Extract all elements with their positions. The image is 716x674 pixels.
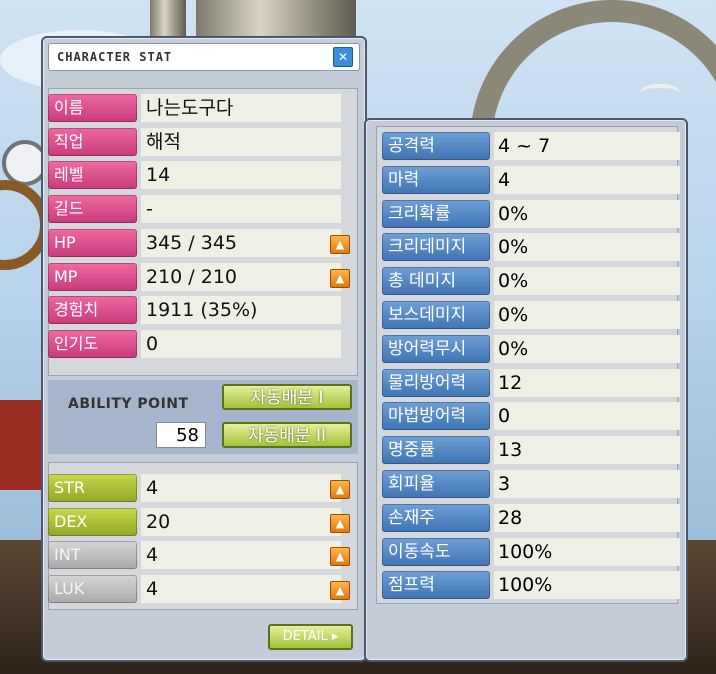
- ability-point-label: ABILITY POINT: [68, 396, 189, 412]
- detail-stat-label: 물리방어력: [382, 368, 490, 397]
- detail-stat-label: 손재주: [382, 503, 490, 532]
- auto-assign-2-button[interactable]: 자동배분 II: [222, 422, 352, 448]
- window-frame: [196, 0, 356, 40]
- stat-value: 1911 (35%): [141, 296, 341, 325]
- ability-point-value: 58: [156, 422, 206, 448]
- detail-stat-value: 100%: [494, 537, 680, 566]
- increase-arrow-icon[interactable]: ▲: [330, 581, 350, 601]
- stat-value: 14: [141, 161, 341, 190]
- detail-stat-value: 0%: [494, 267, 680, 296]
- detail-stat-window: 공격력 4 ~ 7 마력 4 크리확률 0% 크리데미지 0% 총 데미지 0% 보스데미지 0% 방어…: [364, 118, 688, 662]
- detail-stat-value: 0%: [494, 301, 680, 329]
- detail-stat-value: 100%: [494, 571, 680, 600]
- seagull-icon: [640, 84, 680, 102]
- detail-stat-label: 명중률: [382, 436, 490, 465]
- detail-stat-value: 0%: [494, 199, 680, 228]
- detail-stat-label: 크리데미지: [382, 233, 490, 262]
- detail-stat-label: 보스데미지: [382, 301, 490, 329]
- stat-value: 210 / 210: [141, 262, 341, 291]
- ability-stat-value: 4: [141, 541, 341, 570]
- increase-arrow-icon[interactable]: ▲: [330, 513, 350, 533]
- detail-button[interactable]: DETAIL ▸: [268, 624, 353, 650]
- detail-stat-value: 0%: [494, 334, 680, 363]
- character-stat-window: CHARACTER STAT ✕ 이름 나는도구다 직업 해적 레벨 14 길드 - HP 345…: [41, 36, 367, 662]
- stat-label: 직업: [48, 127, 137, 156]
- increase-arrow-icon[interactable]: ▲: [330, 268, 350, 288]
- detail-stat-label: 점프력: [382, 571, 490, 600]
- ability-stat-value: 4: [141, 575, 341, 604]
- increase-arrow-icon[interactable]: ▲: [330, 480, 350, 499]
- stat-label: MP: [48, 262, 137, 291]
- detail-stat-label: 총 데미지: [382, 267, 490, 296]
- detail-stat-value: 4: [494, 165, 680, 194]
- ability-stat-label: LUK: [48, 575, 137, 604]
- ability-stat-value: 20: [141, 507, 341, 536]
- stat-value: 해적: [141, 127, 341, 156]
- window-title: CHARACTER STAT: [57, 50, 173, 64]
- detail-stat-label: 이동속도: [382, 537, 490, 566]
- stat-label: HP: [48, 228, 137, 257]
- ability-stat-label: DEX: [48, 507, 137, 536]
- detail-stat-label: 공격력: [382, 132, 490, 160]
- detail-stat-label: 마법방어력: [382, 402, 490, 431]
- detail-stat-value: 28: [494, 503, 680, 532]
- stat-value: 345 / 345: [141, 228, 341, 257]
- detail-stat-value: 13: [494, 436, 680, 465]
- auto-assign-1-button[interactable]: 자동배분 I: [222, 384, 352, 410]
- ability-stat-label: STR: [48, 474, 137, 502]
- stat-label: 길드: [48, 195, 137, 224]
- detail-stat-value: 12: [494, 368, 680, 397]
- ability-point-panel: ABILITY POINT 자동배분 I 58 자동배분 II: [48, 380, 358, 454]
- detail-stat-value: 0%: [494, 233, 680, 262]
- stat-label: 경험치: [48, 296, 137, 325]
- detail-stat-label: 방어력무시: [382, 334, 490, 363]
- stat-label: 인기도: [48, 329, 137, 358]
- stat-value: 0: [141, 329, 341, 358]
- detail-stat-label: 크리확률: [382, 199, 490, 228]
- detail-stat-label: 회피율: [382, 470, 490, 498]
- detail-stat-value: 3: [494, 470, 680, 498]
- detail-stat-value: 4 ~ 7: [494, 132, 680, 160]
- detail-section: [376, 126, 678, 604]
- ability-stat-value: 4: [141, 474, 341, 502]
- stat-label: 이름: [48, 94, 137, 122]
- stat-value: -: [141, 195, 341, 224]
- increase-arrow-icon[interactable]: ▲: [330, 234, 350, 254]
- detail-stat-label: 마력: [382, 165, 490, 194]
- stat-value: 나는도구다: [141, 94, 341, 122]
- title-bar[interactable]: CHARACTER STAT ✕: [48, 43, 360, 71]
- stat-label: 레벨: [48, 161, 137, 190]
- pillar: [150, 0, 186, 40]
- increase-arrow-icon[interactable]: ▲: [330, 547, 350, 567]
- detail-stat-value: 0: [494, 402, 680, 431]
- ability-stat-label: INT: [48, 541, 137, 570]
- close-icon[interactable]: ✕: [333, 47, 353, 67]
